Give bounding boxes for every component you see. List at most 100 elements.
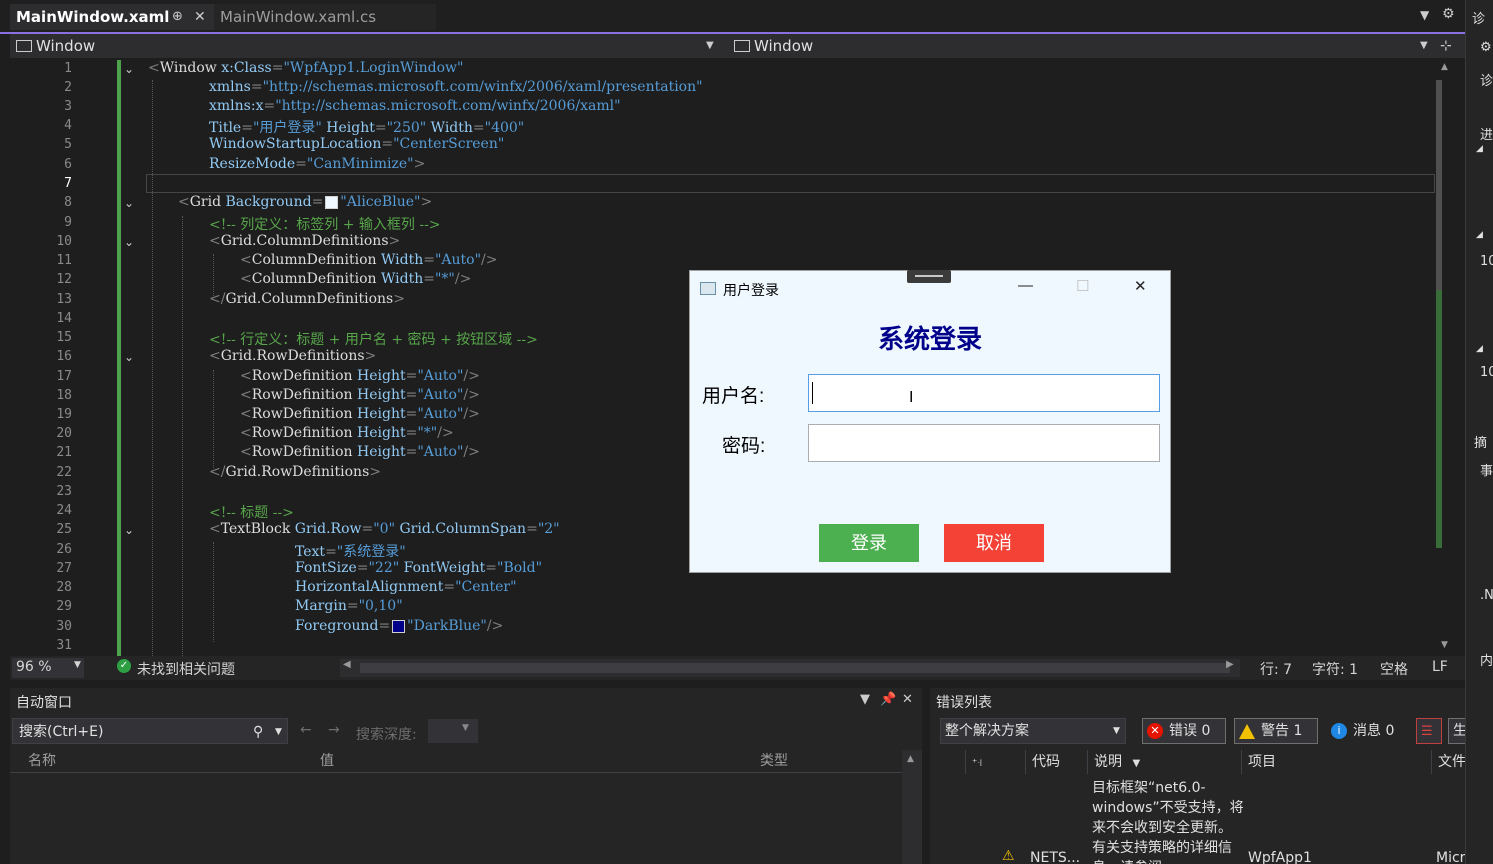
tab-list-dropdown-icon[interactable]: ▼ — [1420, 8, 1429, 22]
code-punct: < — [240, 425, 252, 441]
scroll-thumb[interactable] — [360, 663, 1230, 673]
code-element: ColumnDefinition — [251, 252, 377, 268]
code-punct: < — [240, 387, 252, 403]
split-editor-icon[interactable]: ⊹ — [1440, 38, 1452, 54]
chevron-down-icon: ▼ — [462, 723, 469, 733]
tab-mainwindow-xaml-cs[interactable]: MainWindow.xaml.cs — [214, 4, 436, 30]
code-punct: = — [263, 98, 276, 114]
gear-icon[interactable]: ⚙ — [1480, 40, 1492, 55]
password-input[interactable] — [808, 424, 1160, 462]
column-header-value[interactable]: 值 — [320, 750, 334, 772]
color-swatch-icon[interactable] — [325, 195, 339, 209]
gear-icon[interactable]: ⚙ — [1442, 6, 1455, 22]
column-header-blank[interactable] — [934, 750, 966, 774]
code-attribute: ResizeMode — [209, 156, 296, 172]
scroll-up-icon[interactable]: ▲ — [907, 754, 914, 764]
code-line: <RowDefinition Height="*"/> — [240, 425, 454, 441]
left-element-selector[interactable]: Window ▼ — [10, 35, 718, 57]
warnings-filter-toggle[interactable]: 警告 1 — [1234, 718, 1318, 744]
column-header-file[interactable]: 文件 — [1432, 750, 1465, 774]
code-element: RowDefinition — [251, 387, 353, 403]
line-number: 20 — [56, 426, 72, 441]
collapse-icon[interactable]: ◢ — [1476, 230, 1483, 240]
username-input[interactable]: I — [808, 374, 1160, 412]
build-filter-select[interactable]: 生成 — [1448, 718, 1465, 744]
code-punct: = — [295, 156, 307, 172]
close-icon[interactable]: ✕ — [902, 692, 913, 707]
login-button[interactable]: 登录 — [819, 524, 919, 562]
column-header-type[interactable]: 类型 — [760, 750, 788, 772]
fold-toggle-icon[interactable]: ⌄ — [124, 196, 134, 210]
whitespace-mode[interactable]: 空格 — [1380, 659, 1408, 679]
errors-filter-toggle[interactable]: ✕ 错误 0 — [1142, 718, 1226, 744]
column-header-project[interactable]: 项目 — [1242, 750, 1432, 774]
messages-filter-toggle[interactable]: i 消息 0 — [1326, 718, 1404, 744]
editor-horizontal-scrollbar[interactable]: ◀ ▶ — [340, 659, 1240, 677]
debug-toolbar-handle[interactable] — [907, 270, 951, 283]
check-circle-icon: ✓ — [117, 659, 131, 673]
fold-toggle-icon[interactable]: ⌄ — [124, 523, 134, 537]
scroll-down-icon[interactable]: ▼ — [1441, 640, 1448, 650]
document-tab-bar: MainWindow.xaml ⊕ ✕ MainWindow.xaml.cs ▼… — [0, 0, 1465, 34]
code-element: Grid.ColumnDefinitions — [220, 233, 389, 249]
panel-value: 10 — [1480, 365, 1493, 380]
column-header-name[interactable]: 名称 — [28, 750, 56, 772]
zoom-selector[interactable]: 96 % ▼ — [12, 658, 84, 678]
back-arrow-icon[interactable]: ← — [300, 722, 312, 738]
search-depth-select[interactable]: ▼ — [428, 719, 478, 743]
scroll-left-icon[interactable]: ◀ — [343, 659, 351, 670]
tab-mainwindow-xaml[interactable]: MainWindow.xaml ⊕ ✕ — [10, 4, 216, 30]
column-header-code[interactable]: 代码 — [1026, 750, 1088, 774]
username-label: 用户名: — [702, 386, 765, 407]
editor-vertical-scrollbar[interactable]: ▲ ▼ — [1436, 58, 1456, 656]
code-element: Grid — [189, 194, 222, 210]
window-position-dropdown-icon[interactable]: ▼ — [860, 692, 870, 707]
line-ending-mode[interactable]: LF — [1432, 659, 1448, 675]
line-number: 9 — [64, 215, 72, 230]
scope-select[interactable]: 整个解决方案 ▼ — [940, 718, 1126, 744]
search-input[interactable]: 搜索(Ctrl+E) ⚲ ▼ — [12, 718, 288, 744]
panel-tab[interactable]: 摘 — [1474, 432, 1487, 451]
line-number: 13 — [56, 292, 72, 307]
autos-scrollbar[interactable]: ▲ — [902, 750, 922, 864]
search-icon[interactable]: ⚲ — [253, 719, 263, 745]
code-punct: /> — [454, 271, 472, 287]
code-punct: /> — [463, 387, 480, 403]
fold-toggle-icon[interactable]: ⌄ — [124, 235, 134, 249]
code-punct: = — [250, 79, 263, 95]
chevron-down-icon: ▼ — [74, 660, 81, 670]
issues-status[interactable]: 未找到相关问题 — [137, 659, 235, 679]
right-element-selector[interactable]: Window ▼ — [728, 35, 1440, 57]
code-value: "250" — [386, 120, 427, 136]
fold-toggle-icon[interactable]: ⌄ — [124, 350, 134, 364]
column-header-label: 说明 — [1094, 754, 1122, 770]
code-punct: = — [485, 560, 498, 576]
build-intellisense-filter-icon[interactable]: ☰ — [1416, 718, 1442, 744]
indent-guide — [182, 216, 183, 656]
close-icon[interactable]: ✕ — [1134, 277, 1147, 295]
collapse-icon[interactable]: ◢ — [1476, 344, 1483, 354]
scroll-up-icon[interactable]: ▲ — [1441, 62, 1448, 72]
pin-icon[interactable]: ⊕ — [172, 4, 183, 30]
cursor-column[interactable]: 字符: 1 — [1312, 659, 1358, 679]
row-code: NETS... — [1030, 850, 1081, 864]
color-swatch-icon[interactable] — [392, 619, 406, 633]
scroll-thumb[interactable] — [1436, 80, 1442, 290]
cancel-button[interactable]: 取消 — [944, 524, 1044, 562]
fold-toggle-icon[interactable]: ⌄ — [124, 62, 134, 76]
code-value: "DarkBlue" — [407, 618, 487, 634]
close-tab-icon[interactable]: ✕ — [194, 4, 206, 30]
line-number: 27 — [56, 561, 72, 576]
column-header-sort[interactable]: ⁺꜊ — [966, 750, 1026, 774]
collapse-icon[interactable]: ◢ — [1476, 144, 1483, 154]
column-header-description[interactable]: 说明 ▼ — [1088, 750, 1242, 774]
code-line: </Grid.RowDefinitions> — [209, 464, 381, 480]
scroll-right-icon[interactable]: ▶ — [1226, 659, 1234, 670]
forward-arrow-icon[interactable]: → — [328, 722, 340, 738]
chevron-down-icon[interactable]: ▼ — [275, 719, 282, 745]
row-file: Microso — [1436, 850, 1465, 864]
minimize-icon[interactable]: — — [1018, 277, 1033, 294]
navigation-bar: Window ▼ Window ▼ — [10, 34, 1465, 58]
pin-icon[interactable]: 📌 — [880, 692, 896, 707]
cursor-line[interactable]: 行: 7 — [1260, 659, 1292, 679]
